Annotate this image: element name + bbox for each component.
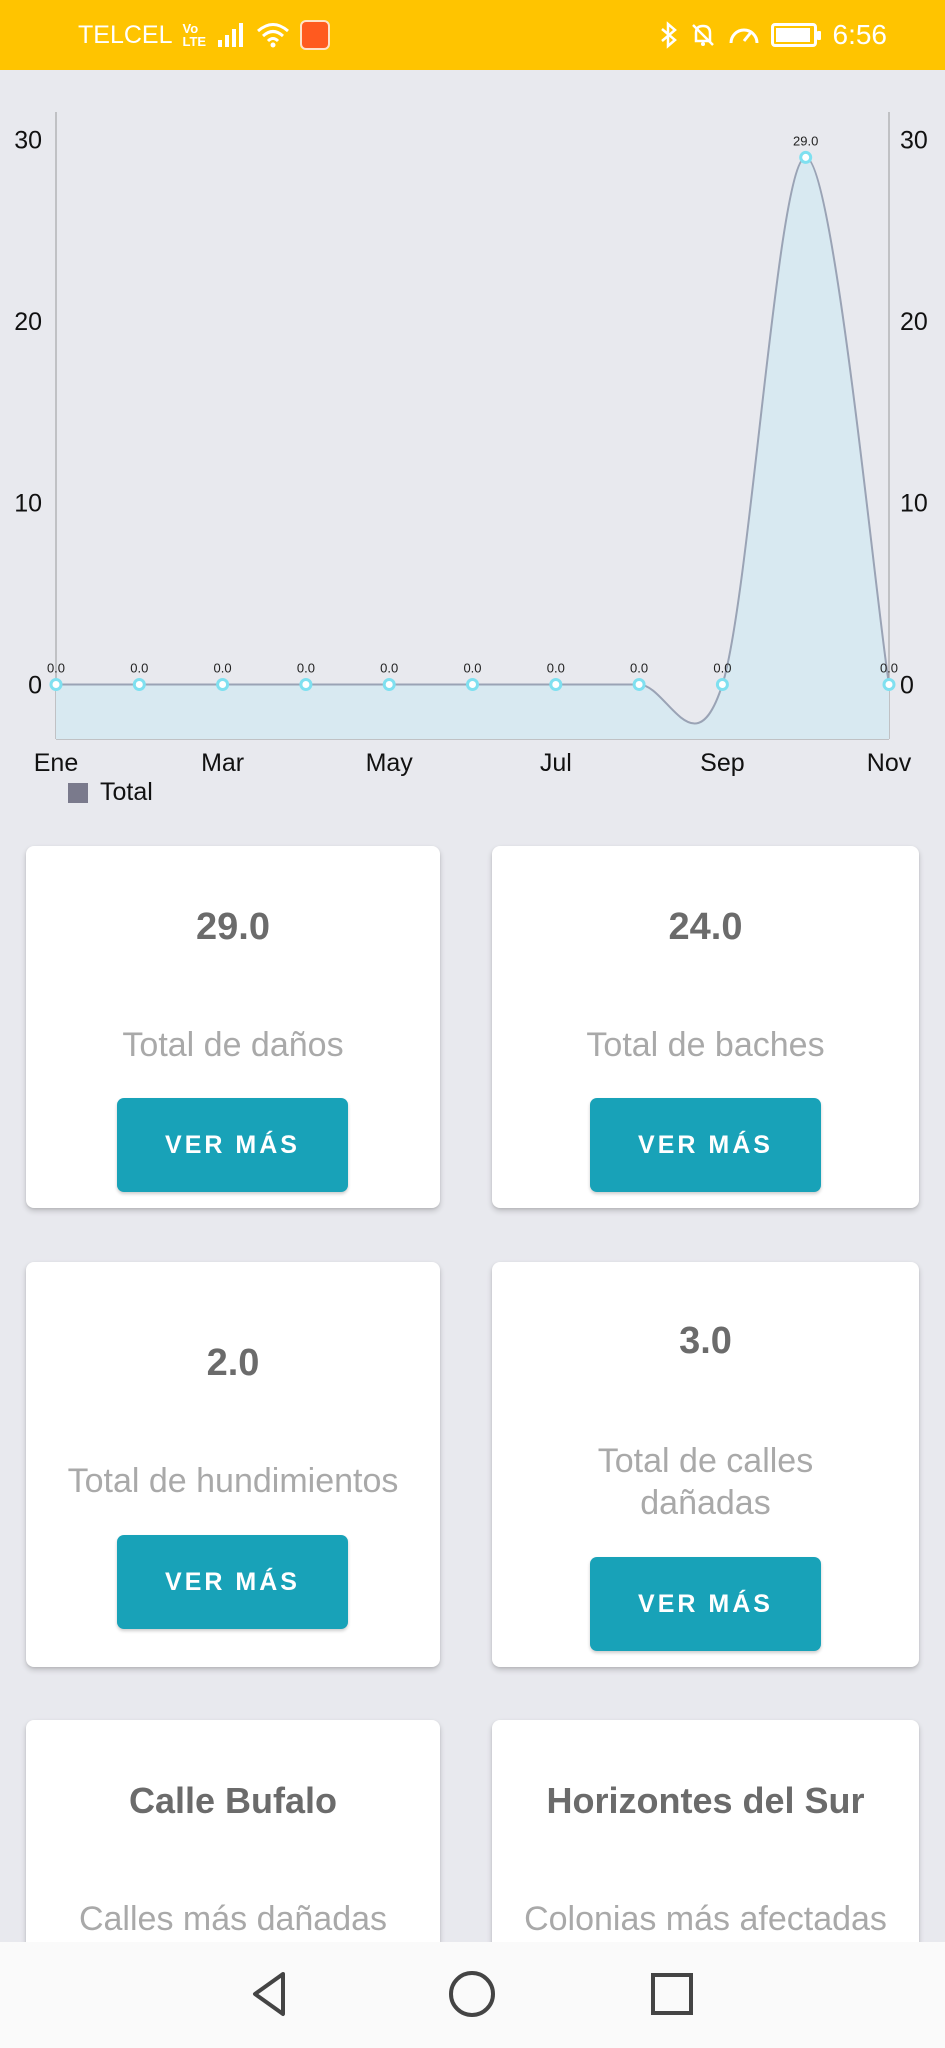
data-label: 0.0	[880, 660, 898, 675]
data-point	[382, 677, 396, 691]
x-tick-label: Jul	[540, 749, 572, 777]
data-label: 0.0	[130, 660, 148, 675]
x-tick-label: Sep	[700, 749, 744, 777]
x-tick-label: Nov	[867, 749, 912, 777]
ver-mas-button[interactable]: VER MÁS	[117, 1535, 348, 1629]
status-bar: TELCEL Vo LTE 6:56	[0, 0, 945, 70]
clock: 6:56	[832, 19, 888, 50]
card-value: 29.0	[196, 906, 270, 948]
chart-canvas: 0.0 0.0 0.0 0.0 0.0 0.0 0.0 0.0 0.029.00.00 010 10…	[14, 112, 928, 777]
volte-badge: Vo LTE	[182, 22, 206, 48]
data-label: 0.0	[47, 660, 65, 675]
wifi-icon	[257, 23, 290, 48]
mute-icon	[691, 24, 714, 46]
card-label-line1: Total de calles	[597, 1442, 814, 1480]
data-point	[882, 677, 896, 691]
signal-icon	[218, 23, 244, 47]
data-point	[216, 677, 230, 691]
card-label: Total de baches	[586, 1026, 825, 1064]
legend-swatch	[68, 782, 88, 803]
data-point	[549, 677, 563, 691]
data-point	[466, 677, 479, 691]
data-label: 0.0	[463, 660, 481, 675]
data-point	[632, 677, 646, 691]
app-notification-icon	[300, 20, 331, 50]
y-tick-label-right: 10	[900, 490, 928, 518]
card-total-baches: 24.0 Total de baches VER MÁS	[492, 846, 919, 1208]
system-nav-bar	[0, 1942, 945, 2048]
ver-mas-button[interactable]: VER MÁS	[117, 1098, 348, 1192]
data-label: 0.0	[214, 660, 232, 675]
card-label: Colonias más afectadas	[524, 1900, 887, 1938]
card-total-danos: 29.0 Total de daños VER MÁS	[26, 846, 440, 1208]
card-title: Horizontes del Sur	[546, 1780, 865, 1821]
back-icon[interactable]	[240, 1964, 300, 2024]
x-tick-label: Mar	[201, 749, 244, 777]
data-point	[49, 677, 63, 691]
y-tick-label-left: 20	[14, 308, 42, 336]
data-label: 0.0	[630, 660, 648, 675]
card-label: Calles más dañadas	[78, 1900, 388, 1938]
recents-icon[interactable]	[642, 1964, 702, 2024]
legend-label: Total	[100, 778, 153, 806]
card-calles-mas-danadas: Calle Bufalo Calles más dañadas	[26, 1720, 440, 1980]
y-tick-label-left: 30	[14, 126, 42, 154]
card-label-line2: dañadas	[640, 1484, 771, 1522]
card-label: Total de hundimientos	[67, 1462, 399, 1500]
status-left: TELCEL Vo LTE	[78, 20, 331, 50]
card-value: 24.0	[668, 906, 743, 948]
y-tick-label-left: 10	[14, 490, 42, 518]
monthly-damage-chart: 0.0 0.0 0.0 0.0 0.0 0.0 0.0 0.0 0.0 29.0 0.0 0 0 10 10…	[0, 70, 945, 810]
card-colonias-mas-afectadas: Horizontes del Sur Colonias más afectada…	[492, 1720, 919, 1980]
card-label: Total de daños	[122, 1026, 344, 1064]
chart-legend: Total	[68, 778, 153, 807]
data-label: 0.0	[547, 660, 565, 675]
data-label: 0.0	[297, 660, 315, 675]
card-title: Calle Bufalo	[128, 1780, 338, 1821]
card-value: 2.0	[206, 1342, 260, 1384]
ver-mas-button[interactable]: VER MÁS	[590, 1557, 821, 1651]
card-total-hundimientos: 2.0 Total de hundimientos VER MÁS	[26, 1262, 440, 1667]
series-area-total	[56, 157, 889, 739]
data-point	[132, 677, 146, 691]
carrier-name: TELCEL	[78, 20, 173, 49]
speed-icon	[729, 28, 758, 44]
x-tick-label: May	[366, 749, 414, 777]
data-label: 29.0	[793, 133, 818, 148]
bluetooth-icon	[660, 21, 677, 49]
y-tick-label-right: 0	[900, 671, 914, 699]
volte-badge-bottom: LTE	[182, 34, 207, 49]
card-value: 3.0	[679, 1320, 732, 1362]
data-point	[799, 150, 813, 164]
ver-mas-button[interactable]: VER MÁS	[590, 1098, 821, 1192]
home-icon[interactable]	[442, 1964, 502, 2024]
data-label: 0.0	[713, 660, 731, 675]
y-tick-label-right: 30	[900, 126, 928, 154]
y-tick-label-right: 20	[900, 308, 928, 336]
card-total-calles-danadas: 3.0 Total de calles dañadas VER MÁS	[492, 1262, 919, 1667]
status-right: 6:56	[659, 19, 888, 51]
x-tick-label: Ene	[34, 749, 78, 777]
data-point	[299, 677, 313, 691]
battery-icon	[770, 23, 821, 47]
y-tick-label-left: 0	[28, 671, 42, 699]
data-label: 0.0	[380, 660, 398, 675]
data-point	[715, 677, 729, 691]
